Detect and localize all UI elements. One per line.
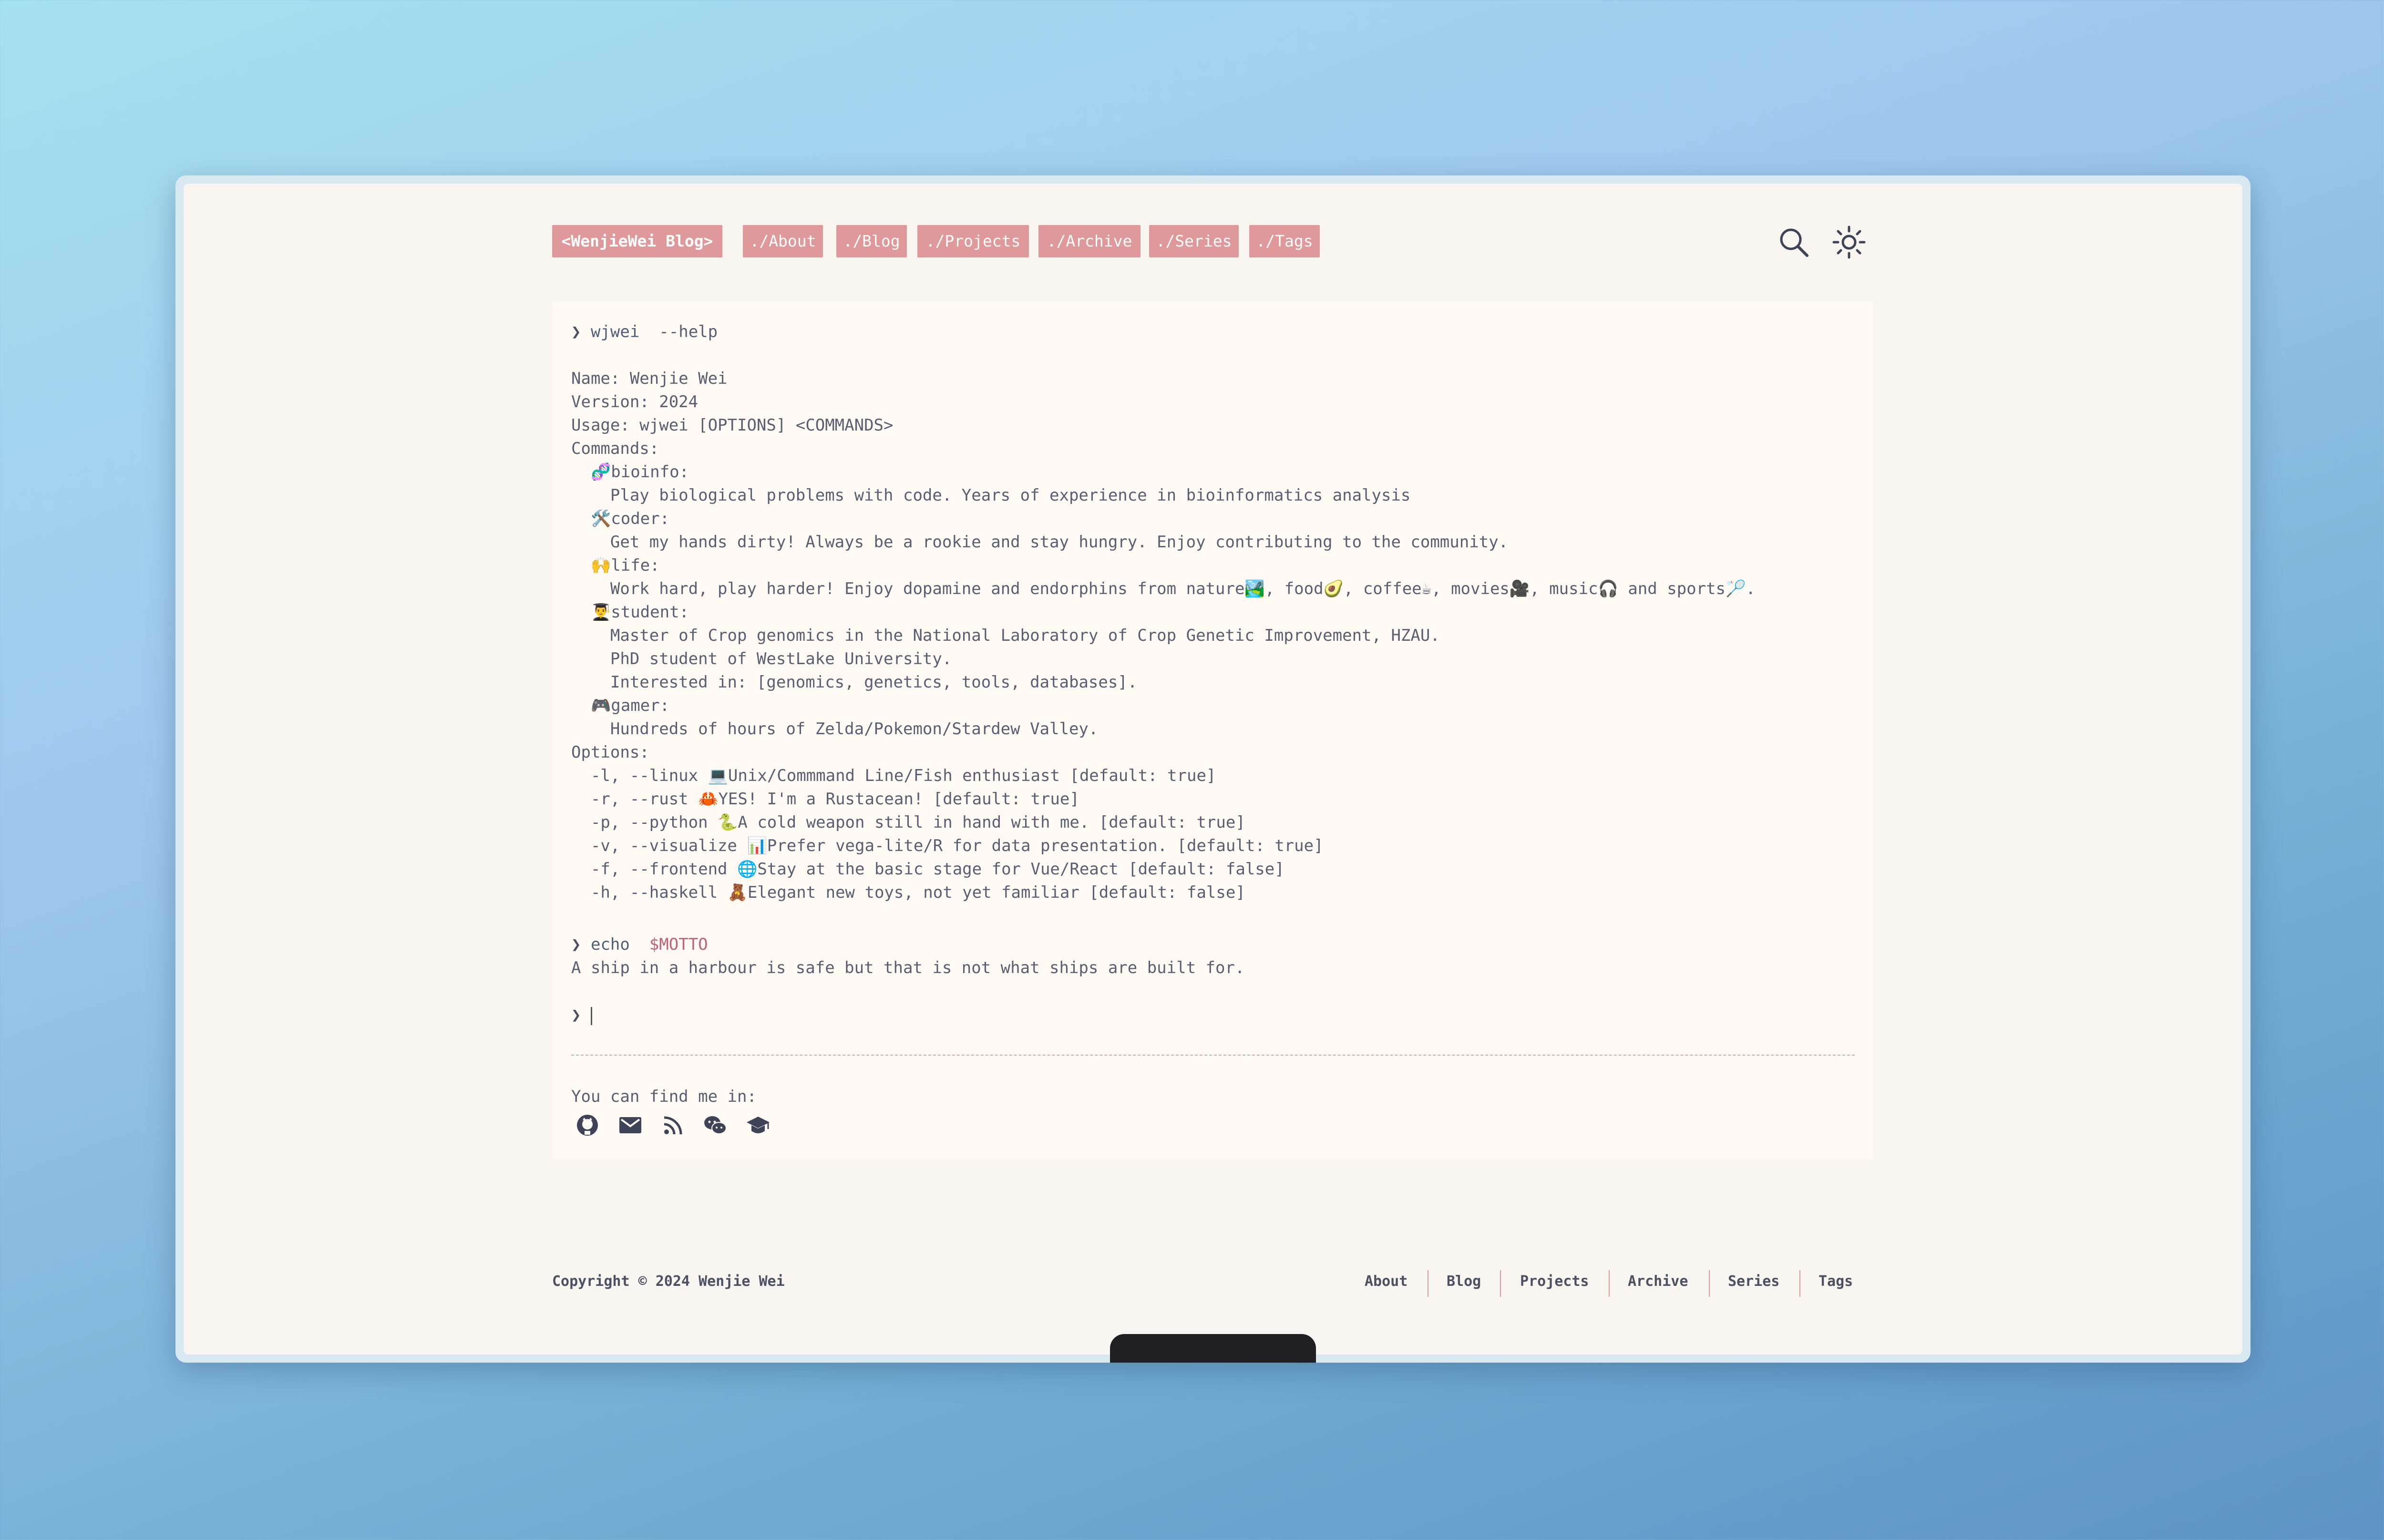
output-line: Version: 2024 — [571, 392, 699, 411]
footer-link-tags[interactable]: Tags — [1819, 1273, 1853, 1290]
output-line: 👨‍🎓student: — [571, 603, 689, 622]
prompt-symbol: ❯ — [571, 1006, 581, 1025]
output-line: 🧬bioinfo: — [571, 462, 689, 482]
divider — [571, 1055, 1855, 1056]
output-line: Name: Wenjie Wei — [571, 369, 728, 388]
nav-tags[interactable]: ./Tags — [1249, 225, 1320, 257]
output-line: -v, --visualize 📊Prefer vega-lite/R for … — [571, 836, 1324, 855]
output-line: Options: — [571, 743, 649, 762]
nav-archive[interactable]: ./Archive — [1038, 225, 1141, 257]
output-line: -h, --haskell 🧸Elegant new toys, not yet… — [571, 883, 1245, 902]
site-brand-link[interactable]: <WenjieWei Blog> — [552, 225, 722, 257]
output-line: -p, --python 🐍A cold weapon still in han… — [571, 813, 1245, 832]
output-line: Usage: wjwei [OPTIONS] <COMMANDS> — [571, 416, 894, 435]
footer-separator — [1609, 1270, 1610, 1297]
active-prompt[interactable]: ❯ — [571, 1004, 592, 1027]
output-line: Get my hands dirty! Always be a rookie a… — [571, 533, 1509, 552]
command-program: wjwei — [590, 322, 640, 341]
command-program: echo — [590, 935, 630, 954]
motto-variable: $MOTTO — [649, 935, 708, 954]
footer-separator — [1709, 1270, 1710, 1297]
command-args: --help — [659, 322, 718, 341]
footer-link-about[interactable]: About — [1365, 1273, 1408, 1290]
search-icon[interactable] — [1777, 225, 1811, 259]
output-line: -f, --frontend 🌐Stay at the basic stage … — [571, 860, 1284, 879]
output-line: Work hard, play harder! Enjoy dopamine a… — [571, 579, 1756, 598]
output-line: Commands: — [571, 439, 659, 458]
motto-output: A ship in a harbour is safe but that is … — [571, 958, 1245, 977]
output-line: -r, --rust 🦀YES! I'm a Rustacean! [defau… — [571, 790, 1079, 809]
prompt-symbol: ❯ — [571, 935, 581, 954]
output-line: 🙌life: — [571, 556, 660, 575]
rss-icon[interactable] — [661, 1113, 686, 1138]
nav-projects[interactable]: ./Projects — [917, 225, 1029, 257]
wechat-icon[interactable] — [703, 1113, 728, 1138]
footer-link-projects[interactable]: Projects — [1520, 1273, 1589, 1290]
copyright: Copyright © 2024 Wenjie Wei — [552, 1273, 785, 1290]
output-line: Interested in: [genomics, genetics, tool… — [571, 673, 1138, 692]
footer-separator — [1799, 1270, 1800, 1297]
scholar-icon[interactable] — [746, 1113, 771, 1138]
text-cursor — [590, 1006, 592, 1025]
footer-separator — [1500, 1270, 1501, 1297]
theme-toggle-sun-icon[interactable] — [1832, 225, 1866, 259]
footer-link-series[interactable]: Series — [1728, 1273, 1779, 1290]
output-line: 🛠️coder: — [571, 509, 670, 528]
footer-link-blog[interactable]: Blog — [1447, 1273, 1481, 1290]
nav-about[interactable]: ./About — [743, 225, 823, 257]
output-line: Master of Crop genomics in the National … — [571, 626, 1440, 645]
output-line: 🎮gamer: — [571, 696, 670, 715]
output-line: -l, --linux 💻Unix/Commmand Line/Fish ent… — [571, 766, 1216, 785]
nav-series[interactable]: ./Series — [1149, 225, 1239, 257]
email-icon[interactable] — [618, 1113, 643, 1138]
footer-link-archive[interactable]: Archive — [1628, 1273, 1688, 1290]
command-line-echo: ❯ echo $MOTTO — [571, 933, 708, 956]
social-label: You can find me in: — [571, 1087, 757, 1106]
github-icon[interactable] — [575, 1113, 600, 1138]
command-line-help: ❯ wjwei --help — [571, 320, 718, 344]
output-line: PhD student of WestLake University. — [571, 649, 952, 668]
output-line: Hundreds of hours of Zelda/Pokemon/Stard… — [571, 719, 1099, 739]
nav-blog[interactable]: ./Blog — [836, 225, 907, 257]
output-line: Play biological problems with code. Year… — [571, 486, 1411, 505]
floating-toolbar[interactable] — [1110, 1334, 1316, 1363]
prompt-symbol: ❯ — [571, 322, 581, 341]
